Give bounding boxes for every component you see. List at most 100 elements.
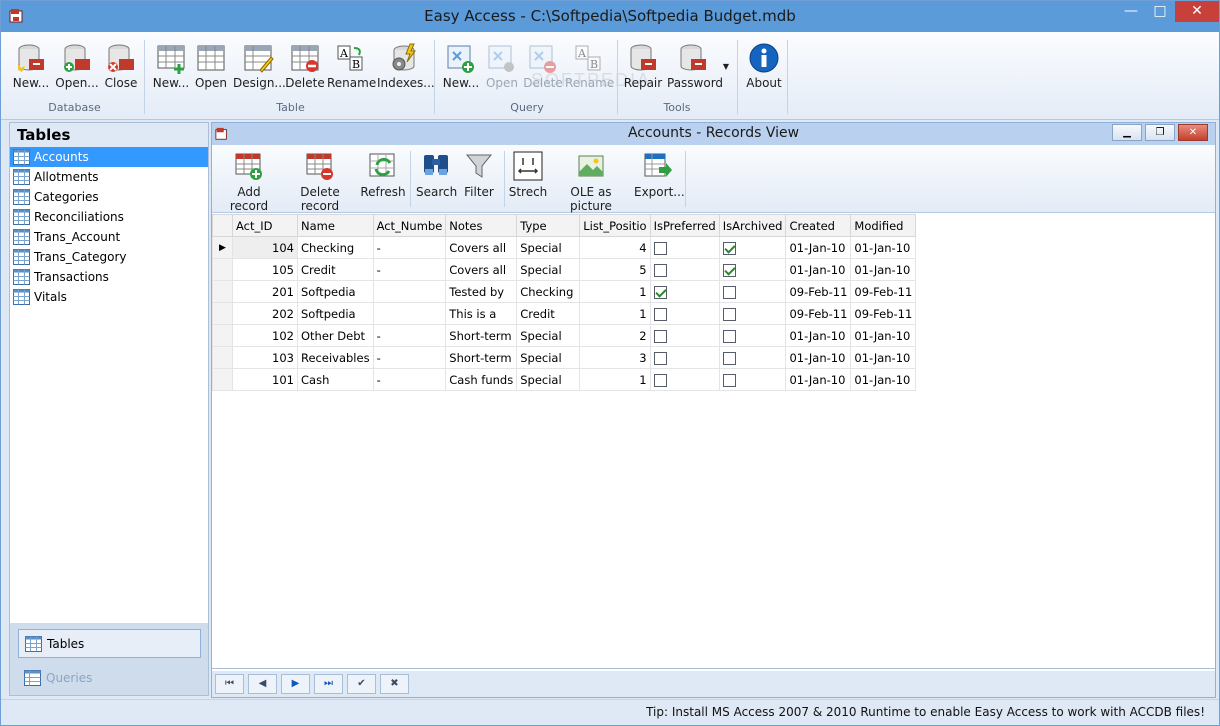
cell-act-number[interactable]: -	[372, 368, 447, 391]
current-row-indicator[interactable]: ▶	[212, 236, 233, 259]
table-row[interactable]: 201 Softpedia Tested by Checking 1 09-Fe…	[212, 280, 917, 303]
cell-modified[interactable]: 09-Feb-11	[850, 280, 917, 303]
cell-act-number[interactable]	[372, 280, 447, 303]
column-header[interactable]: IsArchived	[718, 214, 787, 237]
is-preferred-checkbox[interactable]	[653, 241, 667, 255]
cell-name[interactable]: Softpedia	[297, 302, 374, 325]
cell-notes[interactable]: Short-term	[445, 346, 518, 369]
cell-act-id[interactable]: 202	[232, 302, 298, 325]
table-item[interactable]: Vitals	[10, 287, 208, 307]
cell-type[interactable]: Credit	[516, 302, 581, 325]
child-minimize-button[interactable]: ▁	[1112, 124, 1142, 141]
table-item[interactable]: Trans_Account	[10, 227, 208, 247]
cell-name[interactable]: Credit	[297, 258, 374, 281]
table-design-button[interactable]: Design...	[233, 38, 286, 90]
cell-notes[interactable]: Short-term	[445, 324, 518, 347]
cell-modified[interactable]: 01-Jan-10	[850, 324, 917, 347]
query-rename-button[interactable]: A B Rename	[565, 38, 614, 90]
is-archived-checkbox[interactable]	[722, 241, 736, 255]
close-window-button[interactable]: ✕	[1175, 1, 1219, 22]
first-record-button[interactable]: ⏮	[215, 674, 244, 694]
table-item[interactable]: Accounts	[10, 147, 208, 167]
query-delete-button[interactable]: Delete	[523, 38, 563, 90]
cell-list-position[interactable]: 3	[579, 346, 651, 369]
is-preferred-checkbox[interactable]	[653, 307, 667, 321]
cell-act-id[interactable]: 103	[232, 346, 298, 369]
export-button[interactable]: Export...	[634, 149, 685, 199]
cell-type[interactable]: Special	[516, 368, 581, 391]
cell-act-number[interactable]: -	[372, 258, 447, 281]
cell-list-position[interactable]: 1	[579, 280, 651, 303]
cell-notes[interactable]: Covers all	[445, 258, 518, 281]
db-new-button[interactable]: New...	[11, 38, 51, 90]
table-rename-button[interactable]: A B Rename	[327, 38, 376, 90]
strech-toggle-button[interactable]: Strech	[508, 149, 548, 199]
cell-name[interactable]: Cash	[297, 368, 374, 391]
is-preferred-checkbox[interactable]	[653, 285, 667, 299]
cell-list-position[interactable]: 1	[579, 368, 651, 391]
cell-created[interactable]: 01-Jan-10	[785, 346, 852, 369]
table-item[interactable]: Reconciliations	[10, 207, 208, 227]
cell-act-id[interactable]: 101	[232, 368, 298, 391]
table-delete-button[interactable]: Delete	[285, 38, 325, 90]
is-archived-checkbox[interactable]	[722, 351, 736, 365]
ole-as-picture-button[interactable]: OLE as picture	[552, 149, 630, 213]
is-preferred-checkbox[interactable]	[653, 263, 667, 277]
cell-notes[interactable]: Cash funds	[445, 368, 518, 391]
cell-created[interactable]: 09-Feb-11	[785, 302, 852, 325]
cell-list-position[interactable]: 5	[579, 258, 651, 281]
row-selector[interactable]	[212, 302, 233, 325]
filter-button[interactable]: Filter	[460, 149, 498, 199]
cell-act-id[interactable]: 201	[232, 280, 298, 303]
cell-list-position[interactable]: 2	[579, 324, 651, 347]
column-header[interactable]: Name	[297, 214, 374, 237]
about-button[interactable]: About	[743, 38, 785, 90]
cancel-edit-button[interactable]: ✖	[380, 674, 409, 694]
column-header[interactable]: Modified	[850, 214, 917, 237]
table-row[interactable]: 105 Credit - Covers all Special 5 01-Jan…	[212, 258, 917, 281]
cell-modified[interactable]: 01-Jan-10	[850, 258, 917, 281]
cell-notes[interactable]: Tested by	[445, 280, 518, 303]
table-row[interactable]: 101 Cash - Cash funds Special 1 01-Jan-1…	[212, 368, 917, 391]
cell-act-number[interactable]: -	[372, 236, 447, 259]
is-archived-checkbox[interactable]	[722, 307, 736, 321]
is-preferred-checkbox[interactable]	[653, 351, 667, 365]
child-close-button[interactable]: ✕	[1178, 124, 1208, 141]
cell-type[interactable]: Special	[516, 346, 581, 369]
column-header[interactable]: Act_ID	[232, 214, 298, 237]
row-selector[interactable]	[212, 324, 233, 347]
cell-modified[interactable]: 01-Jan-10	[850, 368, 917, 391]
cell-created[interactable]: 01-Jan-10	[785, 324, 852, 347]
column-header[interactable]: Created	[785, 214, 852, 237]
refresh-button[interactable]: Refresh	[360, 149, 406, 199]
column-header[interactable]: Notes	[445, 214, 518, 237]
table-item[interactable]: Trans_Category	[10, 247, 208, 267]
cell-name[interactable]: Checking	[297, 236, 374, 259]
cell-created[interactable]: 01-Jan-10	[785, 368, 852, 391]
row-selector[interactable]	[212, 258, 233, 281]
cell-type[interactable]: Special	[516, 258, 581, 281]
search-button[interactable]: Search	[416, 149, 457, 199]
is-preferred-checkbox[interactable]	[653, 329, 667, 343]
tables-tab-button[interactable]: Tables	[18, 629, 201, 658]
cell-act-id[interactable]: 104	[232, 236, 298, 259]
column-header[interactable]: Act_Numbe	[372, 214, 447, 237]
password-button[interactable]: Password	[667, 38, 723, 90]
table-indexes-button[interactable]: Indexes...	[377, 38, 435, 90]
query-open-button[interactable]: Open	[483, 38, 521, 90]
cell-modified[interactable]: 01-Jan-10	[850, 236, 917, 259]
is-archived-checkbox[interactable]	[722, 373, 736, 387]
minimize-button[interactable]: —	[1117, 1, 1145, 22]
table-item[interactable]: Categories	[10, 187, 208, 207]
next-record-button[interactable]: ▶	[281, 674, 310, 694]
delete-record-button[interactable]: Delete record	[284, 149, 356, 213]
post-edit-button[interactable]: ✔	[347, 674, 376, 694]
table-row[interactable]: 103 Receivables - Short-term Special 3 0…	[212, 346, 917, 369]
table-row[interactable]: ▶ 104 Checking - Covers all Special 4 01…	[212, 236, 917, 259]
queries-tab-button[interactable]: Queries	[18, 664, 201, 693]
cell-notes[interactable]: This is a	[445, 302, 518, 325]
cell-type[interactable]: Checking	[516, 280, 581, 303]
cell-created[interactable]: 09-Feb-11	[785, 280, 852, 303]
db-close-button[interactable]: Close	[103, 38, 139, 90]
table-item[interactable]: Transactions	[10, 267, 208, 287]
